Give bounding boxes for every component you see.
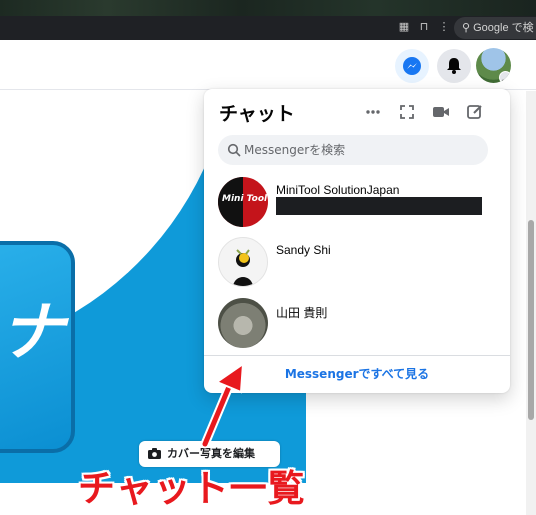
new-message-icon[interactable] xyxy=(466,103,484,121)
annotation-label: チャット一覧 xyxy=(78,467,306,510)
account-avatar[interactable] xyxy=(476,48,511,83)
messenger-icon xyxy=(403,57,421,75)
chat-conversation-item[interactable]: 山田 貴則 xyxy=(212,294,502,352)
video-call-icon[interactable] xyxy=(432,103,450,121)
avatar xyxy=(218,298,268,348)
avatar xyxy=(218,237,268,287)
chat-conversation-item[interactable]: Sandy Shi xyxy=(212,233,502,291)
google-search-placeholder: Google で検 xyxy=(473,22,534,34)
chevron-down-icon[interactable] xyxy=(499,71,511,83)
browser-window-top xyxy=(0,0,536,16)
notifications-button[interactable] xyxy=(437,49,471,83)
menu-dots-icon[interactable]: ⋮ xyxy=(437,20,451,34)
app-logo-letter: ナ xyxy=(0,296,64,370)
search-icon: ⚲ xyxy=(462,22,474,34)
bookmark-icon[interactable]: ⊓ xyxy=(417,20,431,34)
redacted-message-preview xyxy=(276,197,482,215)
annotation-arrow-icon xyxy=(200,361,245,449)
bell-icon xyxy=(447,58,461,74)
chat-conversation-item[interactable]: Mini Tool MiniTool SolutionJapan xyxy=(212,173,502,231)
chat-panel-title: チャット xyxy=(219,103,295,125)
more-options-icon[interactable] xyxy=(364,103,382,121)
chat-contact-name: MiniTool SolutionJapan xyxy=(276,183,400,197)
qr-code-icon[interactable]: ▦ xyxy=(397,20,411,34)
chat-list-panel: チャット Mini Tool MiniTool SolutionJapan xyxy=(204,89,510,393)
avatar-illustration xyxy=(233,249,253,286)
chat-contact-name: Sandy Shi xyxy=(276,243,331,257)
search-icon xyxy=(227,143,241,157)
expand-icon[interactable] xyxy=(398,103,416,121)
scrollbar-thumb[interactable] xyxy=(528,220,534,420)
avatar: Mini Tool xyxy=(218,177,268,227)
avatar-logo-text: Mini Tool xyxy=(222,194,268,204)
google-search-box[interactable]: ⚲ Google で検 xyxy=(454,17,536,39)
messenger-search-input[interactable] xyxy=(244,135,482,165)
messenger-search[interactable] xyxy=(218,135,488,165)
chat-contact-name: 山田 貴則 xyxy=(276,306,328,320)
messenger-button[interactable] xyxy=(395,49,429,83)
